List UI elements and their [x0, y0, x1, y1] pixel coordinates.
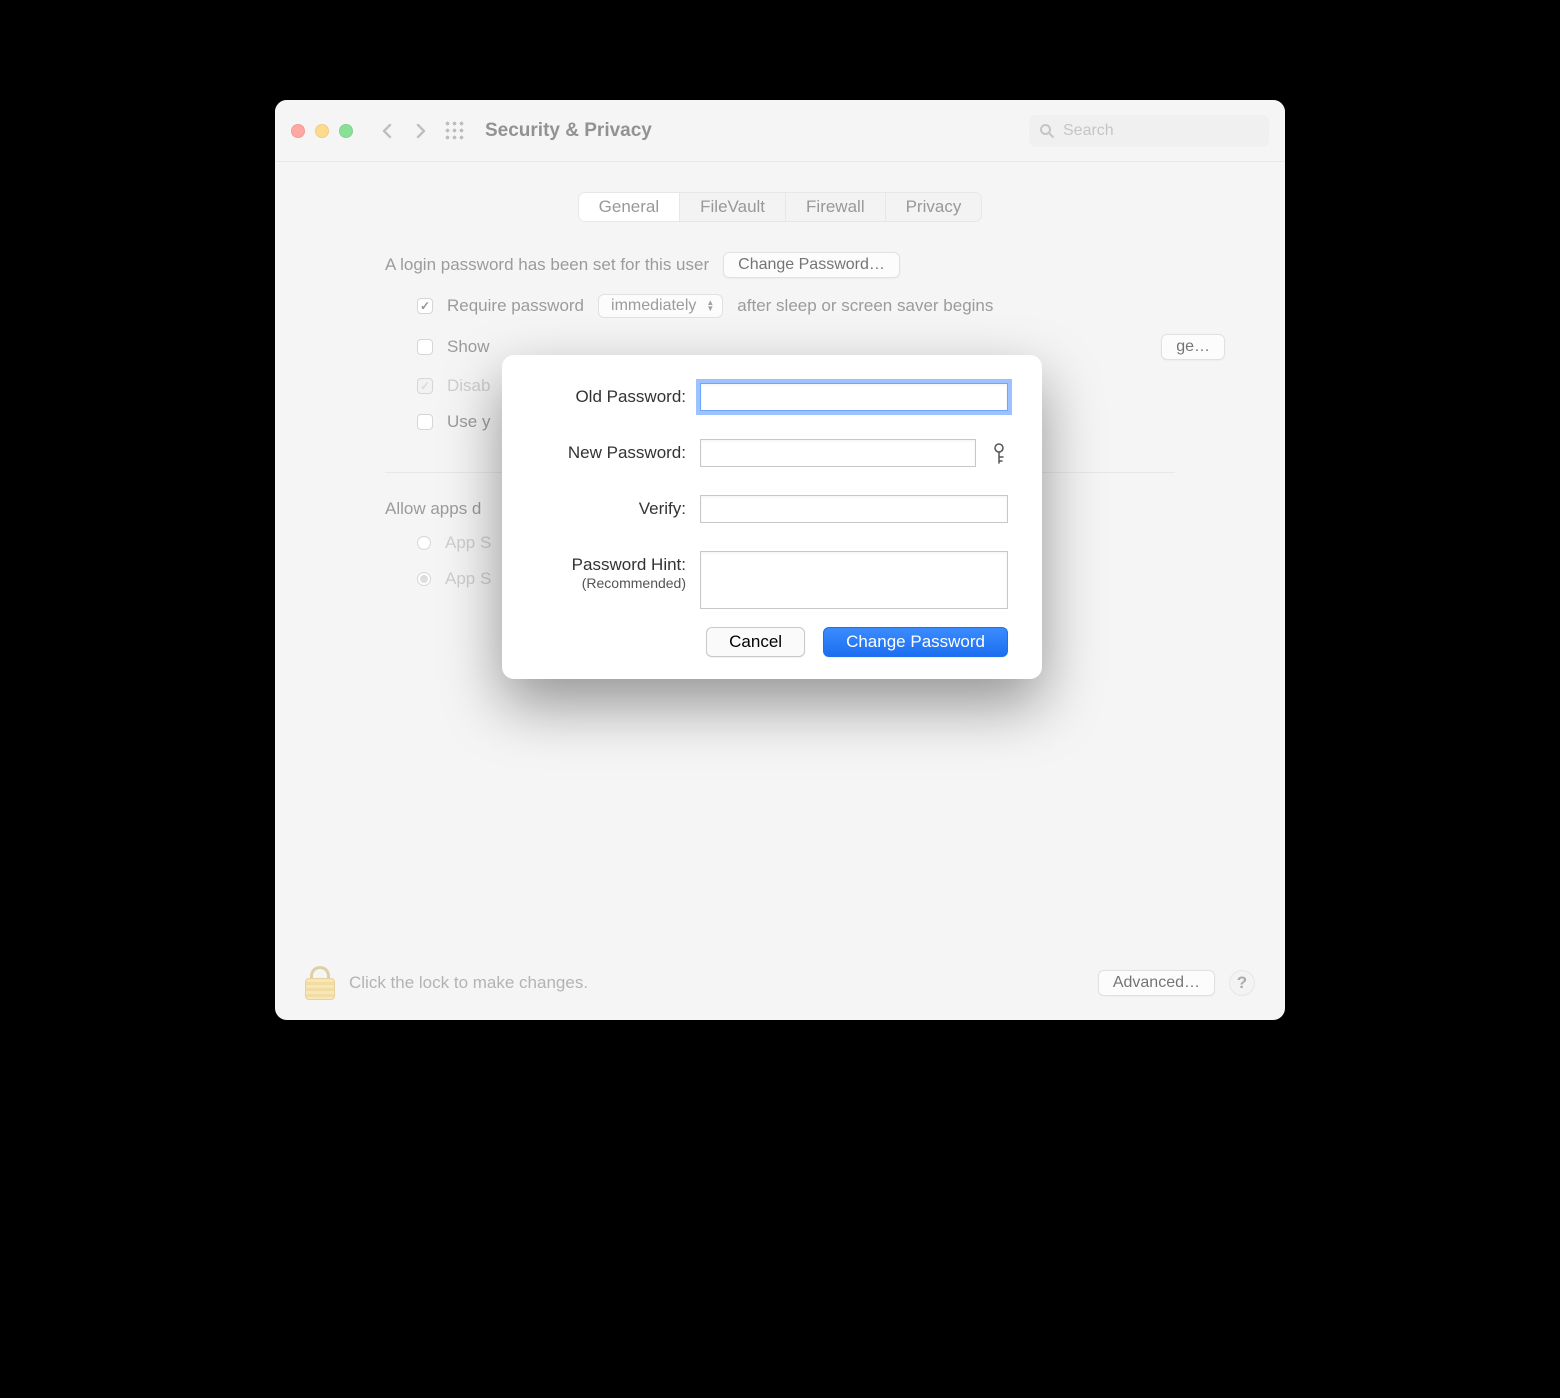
verify-password-input[interactable]	[700, 495, 1008, 523]
advanced-button[interactable]: Advanced…	[1098, 970, 1215, 996]
show-message-checkbox[interactable]	[417, 339, 433, 355]
app-store-identified-label: App S	[445, 569, 491, 589]
use-applewatch-label: Use y	[447, 412, 490, 432]
hint-row: Password Hint: (Recommended)	[536, 551, 1008, 609]
require-password-checkbox[interactable]	[417, 298, 433, 314]
chevron-left-icon	[381, 123, 393, 139]
set-lock-message-button[interactable]: ge…	[1161, 334, 1225, 360]
login-password-row: A login password has been set for this u…	[385, 252, 1175, 278]
search-placeholder: Search	[1063, 122, 1114, 140]
minimize-window-icon[interactable]	[315, 124, 329, 138]
require-password-row: Require password immediately ▲▼ after sl…	[385, 294, 1175, 318]
search-icon	[1039, 123, 1055, 139]
app-store-identified-radio[interactable]	[417, 572, 431, 586]
tab-general[interactable]: General	[579, 193, 680, 221]
hint-sublabel: (Recommended)	[536, 575, 686, 591]
key-icon	[992, 443, 1006, 465]
back-button[interactable]	[377, 121, 397, 141]
change-password-sheet: Old Password: New Password: Verify: Pass…	[502, 355, 1042, 679]
help-button[interactable]: ?	[1229, 970, 1255, 996]
login-password-text: A login password has been set for this u…	[385, 255, 709, 275]
window-title: Security & Privacy	[485, 120, 652, 142]
disable-autologin-checkbox	[417, 378, 433, 394]
old-password-label: Old Password:	[536, 383, 686, 407]
old-password-input[interactable]	[700, 383, 1008, 411]
new-password-input[interactable]	[700, 439, 976, 467]
tabs-row: General FileVault Firewall Privacy	[275, 192, 1285, 222]
lock-icon[interactable]	[305, 966, 335, 1000]
tab-label: Firewall	[806, 197, 865, 217]
use-applewatch-checkbox[interactable]	[417, 414, 433, 430]
tab-privacy[interactable]: Privacy	[886, 193, 982, 221]
search-field[interactable]: Search	[1029, 115, 1269, 147]
require-password-suffix: after sleep or screen saver begins	[737, 296, 993, 316]
tab-label: FileVault	[700, 197, 765, 217]
new-password-label: New Password:	[536, 439, 686, 463]
hint-label-text: Password Hint:	[572, 555, 686, 574]
stepper-icon: ▲▼	[706, 300, 714, 312]
tab-bar: General FileVault Firewall Privacy	[578, 192, 983, 222]
disable-autologin-label: Disab	[447, 376, 490, 396]
require-password-label: Require password	[447, 296, 584, 316]
help-glyph: ?	[1237, 973, 1247, 993]
show-message-label: Show	[447, 337, 490, 357]
change-password-button[interactable]: Change Password…	[723, 252, 900, 278]
app-store-label: App S	[445, 533, 491, 553]
forward-button[interactable]	[411, 121, 431, 141]
cancel-button[interactable]: Cancel	[706, 627, 805, 657]
hint-label: Password Hint: (Recommended)	[536, 551, 686, 591]
footer-text: Click the lock to make changes.	[349, 973, 588, 993]
change-password-submit-button[interactable]: Change Password	[823, 627, 1008, 657]
verify-label: Verify:	[536, 495, 686, 519]
password-assistant-key-icon[interactable]	[990, 439, 1008, 465]
titlebar: Security & Privacy Search	[275, 100, 1285, 162]
sheet-buttons: Cancel Change Password	[536, 627, 1008, 657]
old-password-row: Old Password:	[536, 383, 1008, 411]
tab-label: General	[599, 197, 659, 217]
show-all-icon[interactable]	[445, 121, 465, 141]
new-password-row: New Password:	[536, 439, 1008, 467]
zoom-window-icon[interactable]	[339, 124, 353, 138]
chevron-right-icon	[415, 123, 427, 139]
tab-label: Privacy	[906, 197, 962, 217]
tab-firewall[interactable]: Firewall	[786, 193, 886, 221]
footer: Click the lock to make changes. Advanced…	[305, 966, 1255, 1000]
tab-filevault[interactable]: FileVault	[680, 193, 786, 221]
close-window-icon[interactable]	[291, 124, 305, 138]
password-hint-input[interactable]	[700, 551, 1008, 609]
require-password-delay-dropdown[interactable]: immediately ▲▼	[598, 294, 723, 318]
app-store-radio[interactable]	[417, 536, 431, 550]
verify-row: Verify:	[536, 495, 1008, 523]
dropdown-value: immediately	[611, 297, 696, 315]
window-controls	[291, 124, 353, 138]
